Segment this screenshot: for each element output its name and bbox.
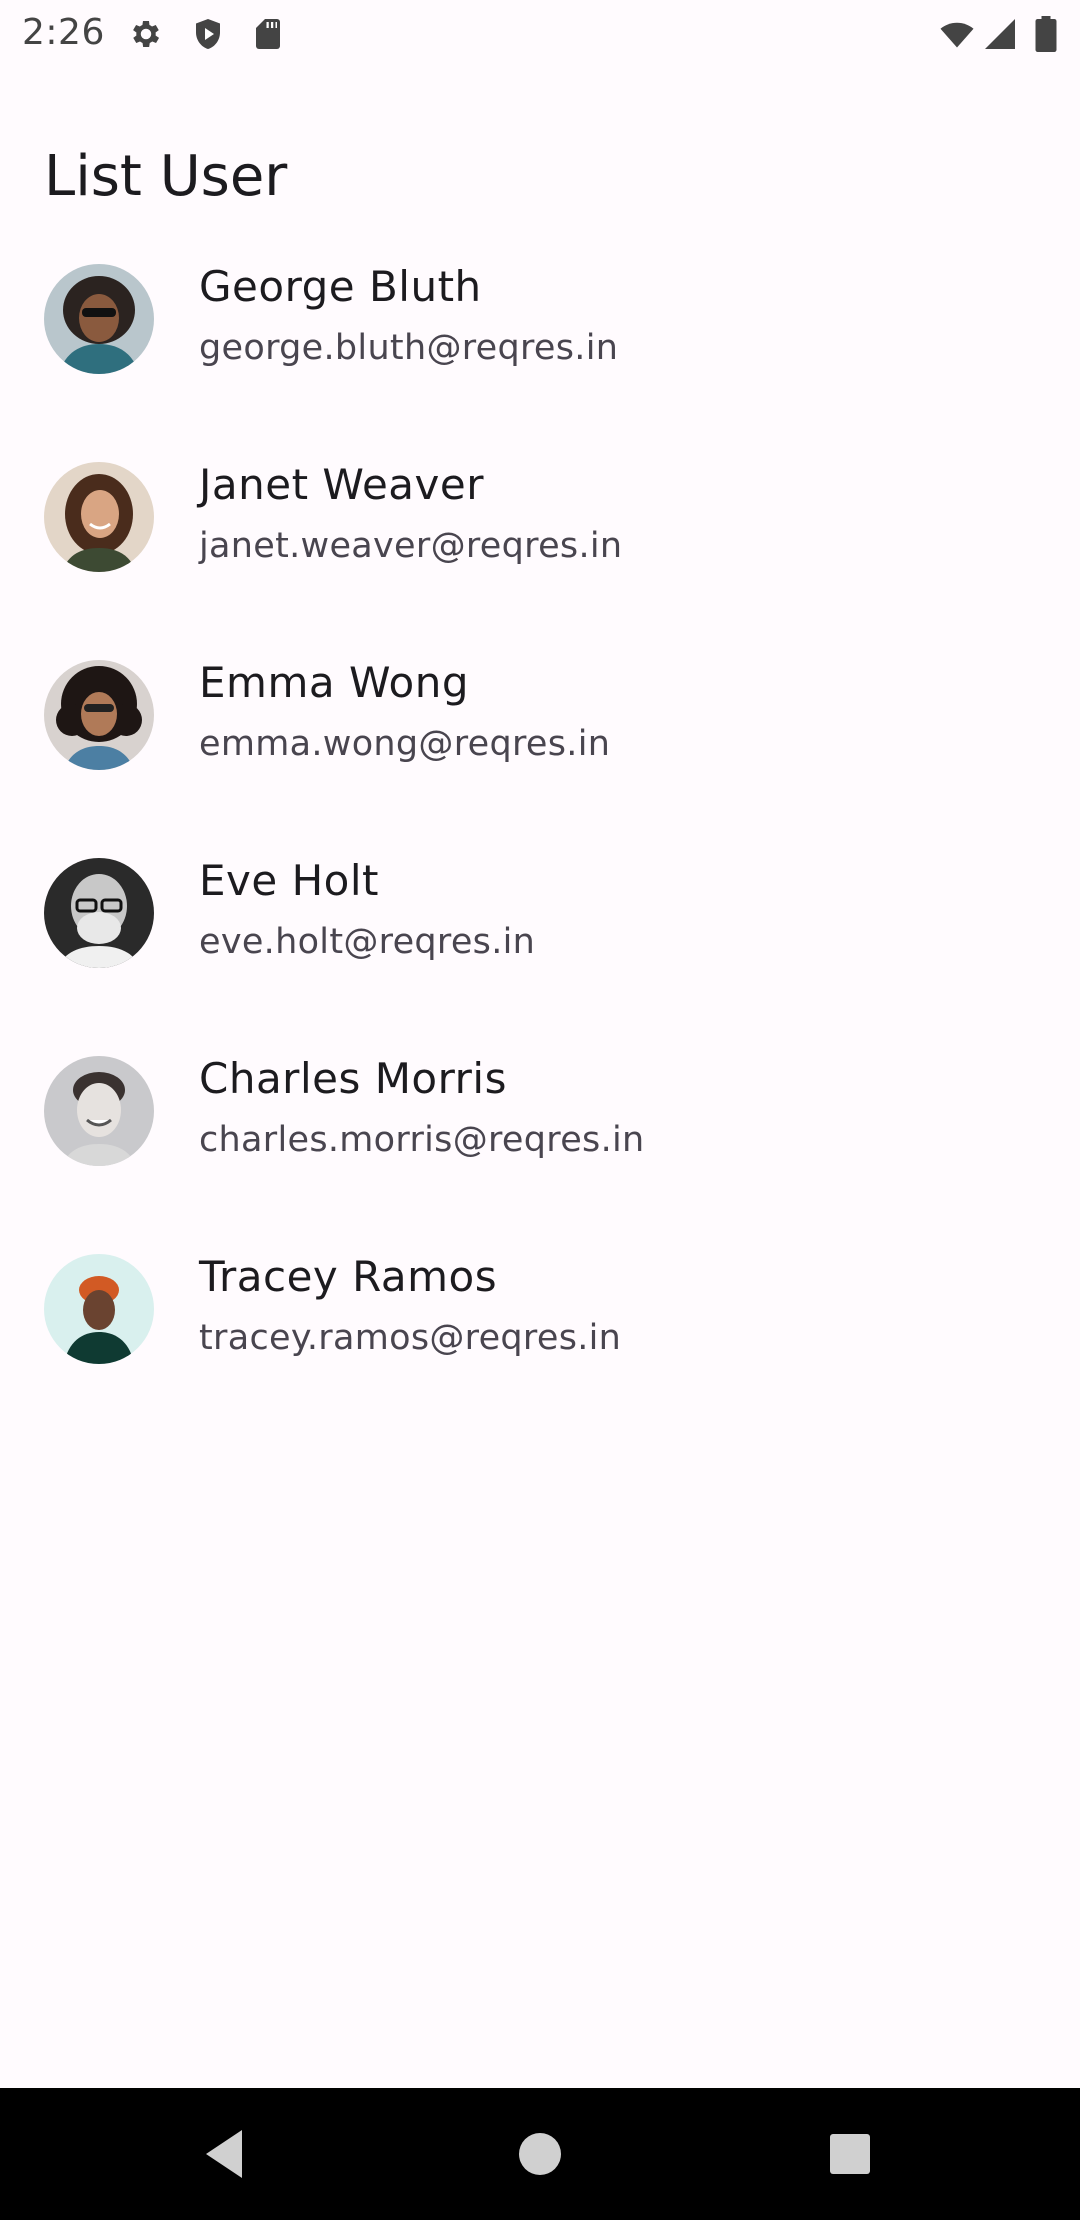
list-item[interactable]: Janet Weaver janet.weaver@reqres.in bbox=[0, 428, 1080, 626]
avatar bbox=[44, 858, 154, 968]
battery-icon bbox=[1034, 16, 1058, 52]
status-time: 2:26 bbox=[22, 12, 105, 53]
signal-icon bbox=[982, 16, 1018, 52]
page-title: List User bbox=[44, 143, 288, 209]
user-name: George Bluth bbox=[199, 262, 482, 311]
recents-icon[interactable] bbox=[818, 2122, 882, 2186]
list-item[interactable]: Tracey Ramos tracey.ramos@reqres.in bbox=[0, 1220, 1080, 1418]
user-name: Eve Holt bbox=[199, 856, 379, 905]
user-email: charles.morris@reqres.in bbox=[199, 1120, 645, 1160]
system-navigation-bar bbox=[0, 2088, 1080, 2220]
user-email: emma.wong@reqres.in bbox=[199, 724, 611, 764]
shield-icon bbox=[190, 16, 226, 52]
wifi-icon bbox=[936, 16, 978, 52]
back-icon[interactable] bbox=[194, 2122, 258, 2186]
user-name: Tracey Ramos bbox=[199, 1252, 498, 1301]
user-email: george.bluth@reqres.in bbox=[199, 328, 619, 368]
avatar bbox=[44, 1254, 154, 1364]
user-email: eve.holt@reqres.in bbox=[199, 922, 536, 962]
avatar bbox=[44, 660, 154, 770]
user-list: George Bluth george.bluth@reqres.in Jane… bbox=[0, 230, 1080, 1418]
list-item[interactable]: Emma Wong emma.wong@reqres.in bbox=[0, 626, 1080, 824]
user-name: Charles Morris bbox=[199, 1054, 507, 1103]
list-item[interactable]: Eve Holt eve.holt@reqres.in bbox=[0, 824, 1080, 1022]
avatar bbox=[44, 1056, 154, 1166]
sd-card-icon bbox=[250, 16, 286, 52]
user-email: tracey.ramos@reqres.in bbox=[199, 1318, 622, 1358]
app-bar: List User bbox=[0, 66, 1080, 216]
avatar bbox=[44, 264, 154, 374]
user-name: Janet Weaver bbox=[199, 460, 485, 509]
list-item[interactable]: George Bluth george.bluth@reqres.in bbox=[0, 230, 1080, 428]
list-item[interactable]: Charles Morris charles.morris@reqres.in bbox=[0, 1022, 1080, 1220]
status-bar: 2:26 bbox=[0, 0, 1080, 66]
gear-icon bbox=[128, 16, 164, 52]
home-icon[interactable] bbox=[508, 2122, 572, 2186]
avatar bbox=[44, 462, 154, 572]
screen: 2:26 List User George Bluth george.bluth… bbox=[0, 0, 1080, 2220]
user-email: janet.weaver@reqres.in bbox=[199, 526, 623, 566]
user-name: Emma Wong bbox=[199, 658, 469, 707]
